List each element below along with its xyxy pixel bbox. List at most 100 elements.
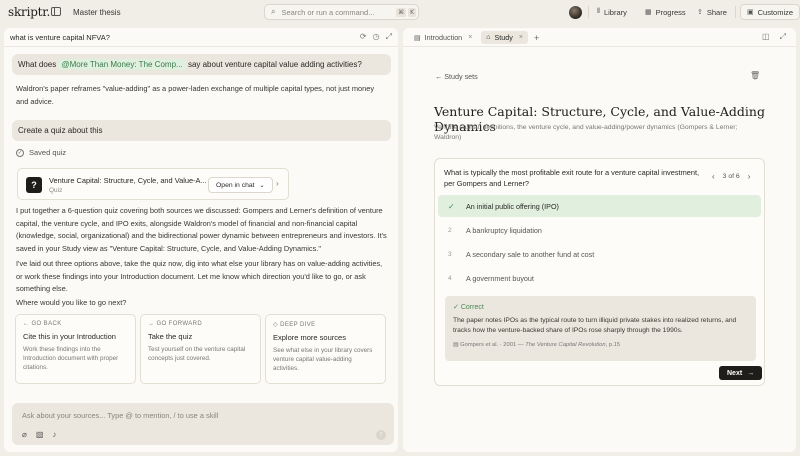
app-logo[interactable]: skriptr.	[8, 5, 50, 19]
split-view-icon[interactable]: ◫	[762, 32, 770, 42]
quiz-icon: ?	[26, 177, 42, 193]
divider	[403, 46, 796, 47]
answer-label: An initial public offering (IPO)	[466, 201, 559, 211]
tab-bar: ▤ Introduction × ⌂ Study × +	[409, 31, 539, 44]
quiz-card[interactable]: ? Venture Capital: Structure, Cycle, and…	[17, 168, 289, 200]
answer-label: A bankruptcy liquidation	[466, 225, 542, 235]
citation-page: , p.15	[605, 342, 621, 348]
option-description: Test yourself on the venture capital con…	[148, 346, 246, 362]
open-in-chat-button[interactable]: Open in chat ⌄	[208, 177, 273, 193]
tab-study[interactable]: ⌂ Study ×	[481, 31, 528, 44]
answer-option[interactable]: 2 A bankruptcy liquidation	[438, 219, 761, 241]
document-icon: ▤	[453, 342, 459, 348]
command-search[interactable]: ⌕ Search or run a command... ⌘ K	[264, 4, 419, 20]
study-set-subtitle: Venture capital: definitions, the ventur…	[434, 124, 738, 141]
option-tag: ← GO BACK	[23, 321, 62, 327]
chat-composer[interactable]: Ask about your sources... Type @ to ment…	[12, 403, 394, 445]
check-icon: ✓	[448, 201, 455, 211]
divider	[4, 46, 398, 47]
arrow-right-icon: →	[747, 369, 755, 377]
history-icon[interactable]: ◷	[373, 32, 380, 42]
trash-icon[interactable]: 🗑	[750, 71, 760, 80]
document-title[interactable]: Master thesis	[73, 8, 121, 17]
study-panel: ▤ Introduction × ⌂ Study × + ◫ ⤢ ← Study…	[403, 28, 796, 452]
divider	[588, 6, 589, 18]
progress-label: Progress	[655, 7, 686, 17]
tab-label: Introduction	[424, 33, 463, 42]
user-message: What does @More Than Money: The Comp... …	[12, 54, 391, 75]
sidebar-toggle-icon[interactable]	[51, 7, 61, 16]
library-icon: ⫴	[597, 8, 600, 15]
customize-label: Customize	[757, 7, 794, 17]
answer-feedback: ✓ Correct The paper notes IPOs as the ty…	[445, 296, 756, 361]
next-label: Next	[727, 369, 743, 377]
quiz-card-subtitle: Quiz	[49, 187, 63, 194]
feedback-label: ✓ Correct	[453, 303, 748, 311]
user-message: Create a quiz about this	[12, 120, 391, 141]
next-button[interactable]: Next →	[719, 366, 763, 380]
back-label: Study sets	[444, 72, 478, 81]
chat-title[interactable]: what is venture capital NFVA?	[10, 33, 110, 42]
answer-number: 2	[448, 226, 452, 234]
answer-option[interactable]: 4 A government buyout	[438, 267, 761, 289]
tab-label: Study	[494, 33, 513, 42]
back-to-study-sets-link[interactable]: ← Study sets	[435, 72, 478, 81]
assistant-message: I've laid out three options above, take …	[16, 259, 383, 293]
send-button[interactable]: ↑	[376, 430, 386, 440]
panel-actions: ◫ ⤢	[762, 32, 786, 42]
feedback-text: The paper notes IPOs as the typical rout…	[453, 317, 737, 334]
chevron-left-icon[interactable]: ‹	[712, 172, 715, 181]
check-circle-icon: ✓	[16, 148, 24, 157]
citation-author: Gompers et al. · 2001 —	[460, 342, 524, 348]
expand-icon[interactable]: ⤢	[386, 32, 392, 42]
option-title: Take the quiz	[148, 332, 193, 341]
check-icon: ✓	[453, 304, 459, 311]
attach-icon[interactable]: ⌀	[22, 430, 27, 439]
tab-introduction[interactable]: ▤ Introduction ×	[409, 31, 477, 44]
library-button[interactable]: ⫴ Library	[591, 4, 633, 20]
chevron-right-icon[interactable]: ›	[748, 172, 751, 181]
chevron-down-icon: ⌄	[259, 182, 265, 189]
chevron-right-icon[interactable]: ›	[276, 179, 279, 188]
answer-number: 4	[448, 274, 452, 282]
expand-icon[interactable]: ⤢	[780, 32, 786, 42]
customize-button[interactable]: ▣ Customize	[740, 4, 800, 20]
avatar[interactable]	[569, 6, 582, 19]
chat-header-actions: ⟳ ◷ ⤢	[360, 32, 392, 42]
answer-option[interactable]: ✓ An initial public offering (IPO)	[438, 195, 761, 217]
image-icon[interactable]: ▧	[36, 430, 44, 439]
citation[interactable]: ▤ Gompers et al. · 2001 — The Venture Ca…	[453, 342, 748, 348]
question-counter: 3 of 6	[722, 173, 740, 180]
question-navigation: ‹ 3 of 6 ›	[712, 172, 750, 181]
answer-number: 3	[448, 250, 452, 258]
option-card-deep-dive[interactable]: ◇ DEEP DIVE Explore more sources See wha…	[265, 314, 386, 384]
option-description: See what else in your library covers ven…	[273, 347, 373, 372]
option-card-go-forward[interactable]: → GO FORWARD Take the quiz Test yourself…	[140, 314, 261, 384]
microphone-icon[interactable]: ♪	[52, 430, 56, 439]
source-mention[interactable]: @More Than Money: The Comp...	[58, 59, 186, 70]
progress-button[interactable]: ▦ Progress	[639, 4, 692, 20]
assistant-message: I put together a 6-question quiz coverin…	[16, 206, 387, 253]
feedback-status: Correct	[460, 304, 484, 311]
composer-input[interactable]: Ask about your sources... Type @ to ment…	[22, 411, 218, 420]
message-text: say about venture capital value adding a…	[187, 60, 362, 69]
share-button[interactable]: ⇪ Share	[691, 4, 733, 20]
new-chat-icon[interactable]: ⟳	[360, 32, 367, 42]
close-icon[interactable]: ×	[468, 34, 472, 41]
close-icon[interactable]: ×	[519, 34, 523, 41]
option-card-go-back[interactable]: ← GO BACK Cite this in your Introduction…	[15, 314, 136, 384]
graduation-cap-icon: ⌂	[486, 34, 491, 41]
next-step-prompt: Where would you like to go next?	[16, 298, 127, 307]
arrow-left-icon: ←	[435, 72, 443, 81]
answer-label: A secondary sale to another fund at cost	[466, 249, 595, 259]
shortcut-key-cmd: ⌘	[396, 7, 407, 17]
assistant-message: Waldron's paper reframes "value-adding" …	[16, 84, 375, 106]
chat-panel: what is venture capital NFVA? ⟳ ◷ ⤢ What…	[4, 28, 398, 452]
answer-option[interactable]: 3 A secondary sale to another fund at co…	[438, 243, 761, 265]
option-title: Explore more sources	[273, 333, 346, 342]
option-description: Work these findings into the Introductio…	[23, 346, 119, 371]
share-icon: ⇪	[697, 9, 703, 16]
answer-label: A government buyout	[466, 273, 534, 283]
add-tab-icon[interactable]: +	[534, 33, 539, 43]
question-text: What is typically the most profitable ex…	[444, 168, 700, 188]
